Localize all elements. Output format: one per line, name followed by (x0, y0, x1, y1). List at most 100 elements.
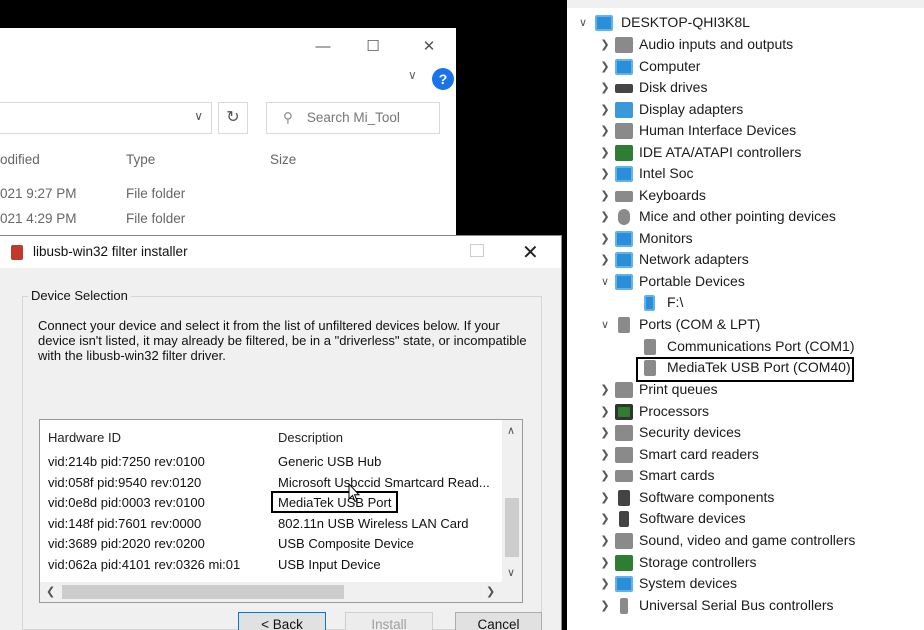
category-label: Display adapters (639, 101, 744, 117)
device-row[interactable]: vid:214b pid:7250 rev:0100 Generic USB H… (40, 452, 502, 472)
storage-controller-icon (615, 555, 633, 571)
category-label: Smart cards (639, 467, 715, 483)
device-manager-tree: ∨ DESKTOP-QHI3K8L ❯ Audio inputs and out… (567, 0, 924, 630)
file-type[interactable]: File folder (126, 186, 185, 201)
file-date[interactable]: 021 4:29 PM (0, 211, 77, 226)
column-header-type[interactable]: Type (126, 152, 155, 167)
monitor-icon (615, 166, 633, 182)
expand-arrow-icon[interactable]: ❯ (599, 232, 611, 245)
device-description: Generic USB Hub (278, 454, 382, 469)
expand-arrow-icon[interactable]: ❯ (599, 491, 611, 504)
close-button[interactable]: ✕ (522, 240, 539, 265)
expand-arrow-icon[interactable]: ❯ (599, 189, 611, 202)
collapse-arrow-icon[interactable]: ∨ (599, 318, 611, 331)
category-label: Keyboards (639, 187, 706, 203)
expand-arrow-icon[interactable]: ❯ (599, 512, 611, 525)
expand-arrow-icon[interactable]: ❯ (599, 253, 611, 266)
expand-arrow-icon[interactable]: ❯ (599, 38, 611, 51)
file-explorer-window: — ☐ ✕ ∨ ? ∨ ↻ ⚲ Search Mi_Tool odified Ty… (0, 28, 456, 240)
hardware-id: vid:148f pid:7601 rev:0000 (48, 516, 202, 531)
category-label: Intel Soc (639, 165, 694, 181)
printer-icon (615, 382, 633, 398)
search-icon: ⚲ (283, 110, 293, 125)
category-label: System devices (639, 575, 738, 591)
mouse-icon (618, 209, 630, 225)
device-row[interactable]: vid:148f pid:7601 rev:0000 802.11n USB W… (40, 514, 502, 534)
scrollbar-thumb[interactable] (62, 585, 344, 599)
cancel-button[interactable]: Cancel (455, 612, 542, 630)
expand-arrow-icon[interactable]: ❯ (599, 124, 611, 137)
category-label: Audio inputs and outputs (639, 36, 794, 52)
expand-arrow-icon[interactable]: ❯ (599, 599, 611, 612)
speaker-icon (615, 533, 633, 549)
expand-arrow-icon[interactable]: ❯ (599, 146, 611, 159)
expand-arrow-icon[interactable]: ❯ (599, 469, 611, 482)
device-label: F:\ (667, 294, 684, 310)
help-icon[interactable]: ? (432, 68, 454, 90)
collapse-arrow-icon[interactable]: ∨ (577, 16, 589, 29)
scroll-down-arrow-icon[interactable]: ∨ (507, 566, 515, 579)
ide-controller-icon (615, 145, 633, 161)
column-header-size[interactable]: Size (270, 152, 296, 167)
keyboard-icon (615, 191, 633, 202)
expand-arrow-icon[interactable]: ❯ (599, 426, 611, 439)
file-type[interactable]: File folder (126, 211, 185, 226)
network-adapter-icon (615, 252, 633, 268)
expand-arrow-icon[interactable]: ❯ (599, 556, 611, 569)
device-list[interactable]: Hardware ID Description vid:214b pid:725… (39, 419, 523, 603)
category-label: Computer (639, 58, 701, 74)
chevron-down-icon[interactable]: ∨ (194, 109, 203, 123)
hardware-id: vid:3689 pid:2020 rev:0200 (48, 536, 205, 551)
expand-arrow-icon[interactable]: ❯ (599, 60, 611, 73)
address-bar[interactable]: ∨ (0, 102, 212, 134)
expand-arrow-icon[interactable]: ❯ (599, 103, 611, 116)
close-button[interactable]: ✕ (416, 36, 442, 58)
portable-device-icon (615, 274, 633, 290)
monitor-icon (615, 231, 633, 247)
category-label: IDE ATA/ATAPI controllers (639, 144, 802, 160)
chevron-down-icon[interactable]: ∨ (408, 68, 417, 82)
install-button[interactable]: Install (345, 612, 433, 630)
search-placeholder: Search Mi_Tool (306, 110, 400, 125)
device-row[interactable]: vid:058f pid:9540 rev:0120 Microsoft Usb… (40, 473, 502, 493)
expand-arrow-icon[interactable]: ❯ (599, 210, 611, 223)
minimize-button[interactable]: — (310, 36, 336, 58)
hardware-id: vid:058f pid:9540 rev:0120 (48, 475, 202, 490)
maximize-button[interactable]: ☐ (360, 36, 386, 58)
column-header-hardware-id[interactable]: Hardware ID (48, 430, 121, 445)
horizontal-scrollbar[interactable]: ❮ ❯ (40, 582, 522, 602)
expand-arrow-icon[interactable]: ❯ (599, 405, 611, 418)
expand-arrow-icon[interactable]: ❯ (599, 448, 611, 461)
display-adapter-icon (615, 102, 633, 118)
vertical-scrollbar[interactable]: ∧ ∨ (502, 420, 522, 583)
expand-arrow-icon[interactable]: ❯ (599, 534, 611, 547)
mouse-cursor-icon (348, 483, 360, 503)
collapse-arrow-icon[interactable]: ∨ (599, 275, 611, 288)
window-edge (567, 0, 924, 8)
disk-drive-icon (615, 84, 633, 93)
scroll-up-arrow-icon[interactable]: ∧ (507, 424, 515, 437)
category-label: Print queues (639, 381, 718, 397)
device-row[interactable]: vid:3689 pid:2020 rev:0200 USB Composite… (40, 534, 502, 554)
port-icon (644, 339, 656, 355)
file-date[interactable]: 021 9:27 PM (0, 186, 77, 201)
refresh-button[interactable]: ↻ (218, 102, 248, 134)
scroll-left-arrow-icon[interactable]: ❮ (46, 585, 55, 598)
back-button[interactable]: < Back (238, 612, 326, 630)
scroll-right-arrow-icon[interactable]: ❯ (486, 585, 495, 598)
search-input[interactable]: ⚲ Search Mi_Tool (266, 102, 440, 134)
expand-arrow-icon[interactable]: ❯ (599, 383, 611, 396)
column-header-date-modified[interactable]: odified (0, 152, 40, 167)
column-header-description[interactable]: Description (278, 430, 343, 445)
hardware-id: vid:0e8d pid:0003 rev:0100 (48, 495, 205, 510)
scrollbar-thumb[interactable] (505, 498, 519, 557)
expand-arrow-icon[interactable]: ❯ (599, 167, 611, 180)
security-device-icon (615, 425, 633, 441)
processor-icon (615, 404, 633, 420)
expand-arrow-icon[interactable]: ❯ (599, 81, 611, 94)
category-label: Storage controllers (639, 554, 757, 570)
expand-arrow-icon[interactable]: ❯ (599, 577, 611, 590)
category-label: Software components (639, 489, 775, 505)
device-row[interactable]: vid:062a pid:4101 rev:0326 mi:01 USB Inp… (40, 555, 502, 575)
smart-card-reader-icon (615, 447, 633, 463)
